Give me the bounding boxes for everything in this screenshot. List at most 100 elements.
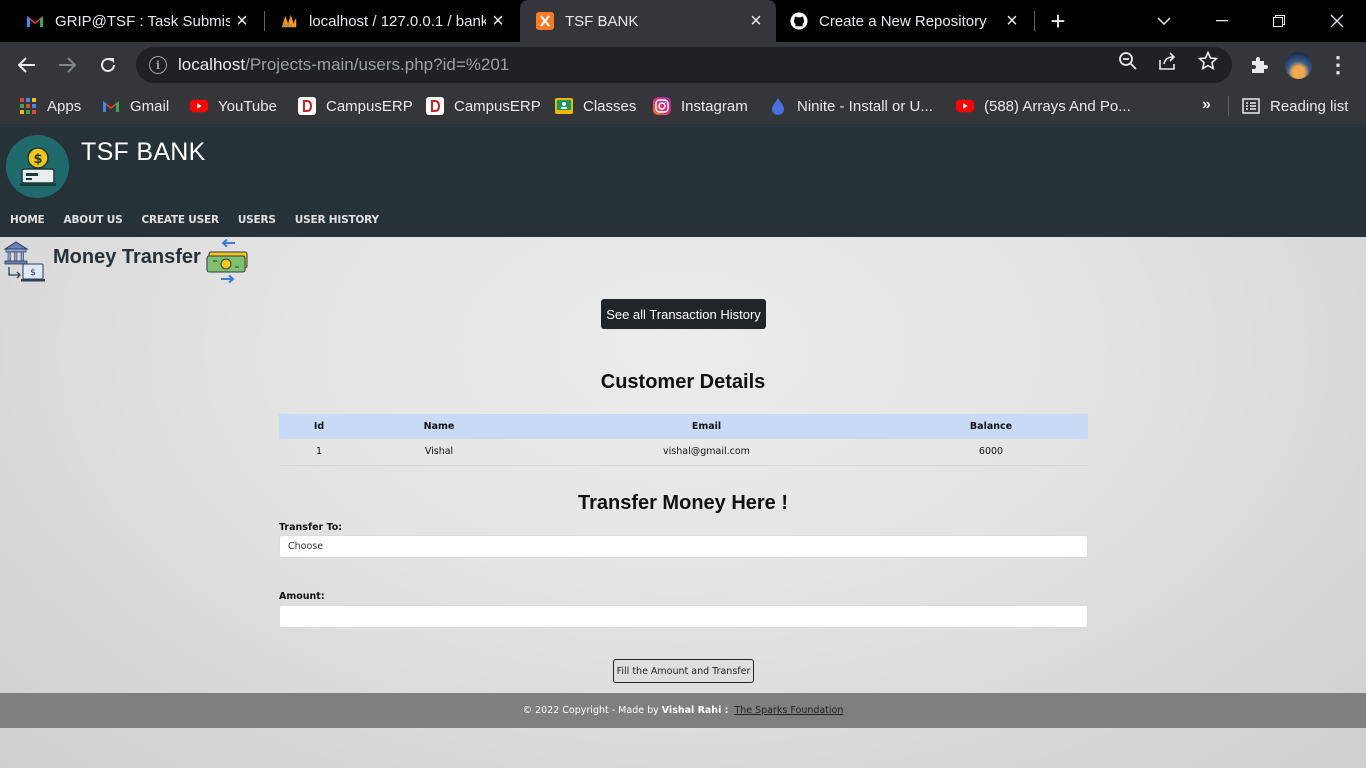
zoom-icon[interactable] [1118, 51, 1138, 71]
bookmark-label: Instagram [681, 97, 748, 115]
bookmark-classes[interactable]: Classes [555, 94, 636, 118]
more-menu-icon[interactable]: ⋮ [1327, 52, 1349, 77]
gmail-icon [26, 12, 44, 30]
nav-create-user[interactable]: CREATE USER [141, 214, 219, 226]
gmail-icon [102, 97, 120, 115]
cash-exchange-icon [205, 238, 251, 284]
close-window-button[interactable] [1314, 0, 1360, 42]
nav-about-us[interactable]: ABOUT US [64, 214, 123, 226]
bank-logo[interactable]: $ [6, 135, 69, 198]
more-bookmarks-button[interactable]: » [1202, 96, 1211, 114]
phpmyadmin-icon: PMA [280, 12, 298, 30]
tab-github[interactable]: Create a New Repository × [776, 0, 1032, 42]
site-info-icon[interactable]: i [149, 56, 167, 74]
see-transaction-history-button[interactable]: See all Transaction History [601, 299, 766, 329]
forward-icon[interactable] [53, 51, 81, 79]
restore-button[interactable] [1256, 0, 1302, 42]
bookmarks-bar: Apps Gmail YouTube CampusERP CampusERP C… [0, 88, 1366, 124]
share-icon[interactable] [1158, 51, 1178, 71]
bookmark-arrays-video[interactable]: (588) Arrays And Po... [956, 94, 1131, 118]
profile-avatar[interactable] [1285, 52, 1312, 79]
cell-name: Vishal [359, 439, 519, 466]
url-host: localhost [178, 55, 246, 74]
bookmark-label: Gmail [130, 97, 170, 115]
transfer-to-selected-value: Choose [288, 541, 324, 552]
web-page: $ TSF BANK HOME ABOUT US CREATE USER USE… [0, 124, 1366, 768]
bookmark-label: YouTube [218, 97, 277, 115]
back-icon[interactable] [13, 51, 41, 79]
apps-grid-icon [19, 97, 37, 115]
ninite-icon [769, 97, 787, 115]
nav-home[interactable]: HOME [10, 214, 45, 226]
table-row: 1 Vishal vishal@gmail.com 6000 [279, 439, 1088, 466]
bookmark-label: CampusERP [454, 97, 541, 115]
transfer-submit-button[interactable]: Fill the Amount and Transfer [613, 659, 754, 683]
instagram-icon [653, 97, 671, 115]
youtube-icon [190, 97, 208, 115]
footer-sparks-link[interactable]: The Sparks Foundation [734, 705, 843, 716]
tab-search-icon[interactable] [1141, 0, 1187, 42]
close-icon[interactable]: × [230, 9, 254, 33]
transfer-to-select[interactable]: Choose [279, 535, 1088, 558]
bookmark-instagram[interactable]: Instagram [653, 94, 748, 118]
column-header-email: Email [519, 414, 894, 439]
footer-author: Vishal Rahi : [661, 705, 729, 716]
url-path: /Projects-main/users.php?id=%201 [245, 55, 510, 74]
bookmark-campuserp-2[interactable]: CampusERP [426, 94, 541, 118]
tab-title: TSF BANK [565, 12, 639, 30]
reading-list-icon [1242, 97, 1260, 115]
bookmark-apps[interactable]: Apps [19, 94, 81, 118]
tab-phpmyadmin[interactable]: PMA localhost / 127.0.0.1 / bank × [266, 0, 518, 42]
site-brand[interactable]: TSF BANK [81, 138, 206, 167]
extensions-icon[interactable] [1247, 53, 1271, 77]
cell-id: 1 [279, 439, 359, 466]
bookmark-star-icon[interactable] [1198, 51, 1218, 71]
bookmark-label: CampusERP [326, 97, 413, 115]
tab-tsf-bank[interactable]: TSF BANK × [520, 0, 776, 42]
classroom-icon [555, 97, 573, 115]
bookmark-label: (588) Arrays And Po... [984, 97, 1131, 115]
bookmark-campuserp-1[interactable]: CampusERP [298, 94, 413, 118]
bookmark-label: Ninite - Install or U... [797, 97, 933, 115]
close-icon[interactable]: × [1000, 9, 1024, 33]
cell-email: vishal@gmail.com [519, 439, 894, 466]
campuserp-icon [298, 97, 316, 115]
transfer-money-heading: Transfer Money Here ! [577, 492, 789, 514]
youtube-icon [956, 97, 974, 115]
site-nav: HOME ABOUT US CREATE USER USERS USER HIS… [10, 214, 398, 226]
column-header-balance: Balance [894, 414, 1088, 439]
bookmark-youtube[interactable]: YouTube [190, 94, 277, 118]
table-header-row: Id Name Email Balance [279, 414, 1088, 439]
bookmark-label: Classes [583, 97, 637, 115]
svg-text:$: $ [30, 268, 36, 278]
page-title: Money Transfer [53, 246, 201, 268]
github-icon [790, 12, 808, 30]
reload-icon[interactable] [94, 51, 122, 79]
reading-list-button[interactable]: Reading list [1242, 94, 1348, 118]
new-tab-button[interactable]: + [1044, 6, 1072, 36]
site-footer: © 2022 Copyright - Made by Vishal Rahi :… [0, 693, 1366, 728]
close-icon[interactable]: × [486, 9, 510, 33]
tab-title: localhost / 127.0.0.1 / bank [309, 12, 486, 30]
column-header-name: Name [359, 414, 519, 439]
address-bar[interactable]: i localhost/Projects-main/users.php?id=%… [136, 47, 1232, 83]
bank-transfer-icon: $ [3, 239, 45, 283]
customer-details-heading: Customer Details [600, 371, 766, 393]
customer-table: Id Name Email Balance 1 Vishal vishal@gm… [279, 414, 1088, 466]
transfer-to-label: Transfer To: [279, 522, 343, 533]
svg-text:PMA: PMA [283, 23, 294, 29]
svg-text:$: $ [33, 152, 42, 167]
close-icon[interactable]: × [744, 9, 768, 33]
nav-users[interactable]: USERS [238, 214, 276, 226]
nav-user-history[interactable]: USER HISTORY [295, 214, 379, 226]
cell-balance: 6000 [894, 439, 1088, 466]
reading-list-label: Reading list [1270, 97, 1349, 115]
footer-copyright: © 2022 Copyright - Made by [522, 705, 659, 716]
amount-label: Amount: [279, 591, 325, 602]
amount-input[interactable] [279, 605, 1088, 628]
tab-grip-task[interactable]: GRIP@TSF : Task Submissio × [0, 0, 262, 42]
bookmark-gmail[interactable]: Gmail [102, 94, 169, 118]
bookmark-ninite[interactable]: Ninite - Install or U... [769, 94, 933, 118]
minimize-button[interactable] [1199, 0, 1245, 42]
site-header: $ TSF BANK HOME ABOUT US CREATE USER USE… [0, 124, 1366, 237]
